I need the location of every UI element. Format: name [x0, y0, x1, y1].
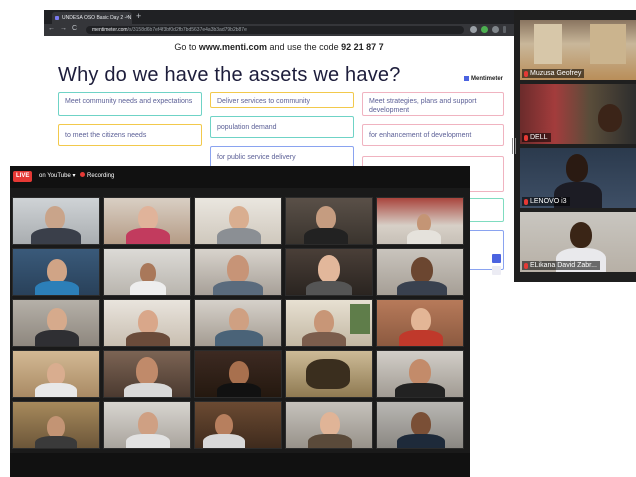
response-card: Meet community needs and expectations [58, 92, 202, 116]
join-instructions: Go to www.menti.com and use the code 92 … [44, 42, 514, 52]
zoom-gallery-window: LIVE on YouTube ▾ Recording [10, 166, 470, 477]
presenter-control-icon[interactable] [492, 254, 501, 263]
video-tile[interactable] [12, 401, 100, 449]
muted-mic-icon [524, 71, 528, 77]
extension-icon[interactable] [481, 26, 488, 33]
reload-icon[interactable]: C [72, 25, 77, 32]
live-badge[interactable]: LIVE [13, 171, 33, 182]
response-text: for enhancement of development [369, 132, 472, 139]
back-icon[interactable]: ← [48, 25, 55, 32]
tab-title: UNDESA OSO Basic Day 2 - N [62, 15, 132, 21]
video-tile[interactable] [285, 248, 373, 296]
split-handle[interactable] [512, 138, 516, 154]
participant-name: Muzusa Geofrey [522, 69, 585, 78]
video-tile[interactable] [103, 401, 191, 449]
participant-name: ELikana David Zabr... [522, 261, 600, 270]
browser-tab[interactable]: UNDESA OSO Basic Day 2 - N × [52, 12, 132, 24]
video-tile[interactable] [194, 350, 282, 398]
response-card: Meet strategies, plans and support devel… [362, 92, 504, 116]
join-code: 92 21 87 7 [341, 42, 384, 52]
video-tile[interactable]: DELL [520, 84, 636, 144]
video-tile[interactable] [285, 401, 373, 449]
profile-icon[interactable] [492, 26, 499, 33]
record-icon [80, 172, 85, 177]
url-path: /s/3158d6b7ef4f3bf0d2fb7bd5637e4a3b3ad79… [127, 27, 247, 33]
screenshot-stage: UNDESA OSO Basic Day 2 - N × + ← → C men… [0, 0, 636, 477]
response-card: for public service delivery [210, 146, 354, 168]
video-tile[interactable]: ELikana David Zabr... [520, 212, 636, 272]
muted-mic-icon [524, 135, 528, 141]
response-text: Deliver services to community [217, 98, 310, 105]
muted-mic-icon [524, 263, 528, 269]
video-tile[interactable] [103, 350, 191, 398]
video-tile[interactable] [194, 197, 282, 245]
join-site: www.menti.com [198, 42, 268, 52]
response-text: Meet community needs and expectations [65, 98, 193, 105]
video-tile[interactable] [12, 299, 100, 347]
mentimeter-logo-icon [464, 76, 469, 81]
video-tile[interactable] [285, 350, 373, 398]
tab-strip: UNDESA OSO Basic Day 2 - N × + [44, 10, 514, 24]
video-tile[interactable] [376, 197, 464, 245]
video-tile[interactable] [12, 197, 100, 245]
muted-mic-icon [524, 199, 528, 205]
join-mid: and use the code [267, 42, 342, 52]
recording-label: Recording [87, 173, 115, 179]
video-tile[interactable] [285, 299, 373, 347]
new-tab-icon[interactable]: + [136, 11, 141, 21]
stream-target: on YouTube [39, 173, 71, 179]
video-tile[interactable] [194, 299, 282, 347]
participant-name: LENOVO i3 [522, 197, 570, 206]
menu-icon[interactable] [503, 26, 506, 33]
mentimeter-logo-text: Mentimeter [471, 76, 504, 82]
live-stream-dropdown[interactable]: on YouTube ▾ [36, 171, 79, 182]
favicon-icon [55, 16, 59, 20]
url-host: mentimeter.com [92, 27, 128, 33]
participant-video [598, 104, 622, 132]
url-input[interactable]: mentimeter.com/s/3158d6b7ef4f3bf0d2fb7bd… [86, 26, 464, 34]
video-tile[interactable]: LENOVO i3 [520, 148, 636, 208]
mentimeter-logo: Mentimeter [464, 76, 503, 82]
participant-grid [12, 197, 468, 453]
question-title: Why do we have the assets we have? [58, 64, 401, 86]
forward-icon[interactable]: → [60, 25, 67, 32]
zoom-top-bar: LIVE on YouTube ▾ Recording [10, 166, 470, 188]
response-text: population demand [217, 124, 277, 131]
video-tile[interactable] [376, 350, 464, 398]
response-card: to meet the citizens needs [58, 124, 202, 146]
response-card: population demand [210, 116, 354, 138]
video-tile[interactable] [103, 299, 191, 347]
video-tile[interactable] [103, 197, 191, 245]
participant-name: DELL [522, 133, 551, 142]
video-tile[interactable] [285, 197, 373, 245]
zoom-bottom-bar [10, 453, 470, 477]
response-card: for enhancement of development [362, 124, 504, 146]
response-card: Deliver services to community [210, 92, 354, 108]
video-tile[interactable]: Muzusa Geofrey [520, 20, 636, 80]
join-prefix: Go to [174, 42, 199, 52]
recording-indicator: Recording [80, 171, 114, 182]
video-tile[interactable] [103, 248, 191, 296]
response-text: to meet the citizens needs [65, 132, 147, 139]
video-tile[interactable] [12, 350, 100, 398]
video-tile[interactable] [376, 248, 464, 296]
video-tile[interactable] [376, 401, 464, 449]
tab-close-icon[interactable]: × [125, 12, 129, 24]
address-bar: ← → C mentimeter.com/s/3158d6b7ef4f3bf0d… [44, 24, 514, 36]
chevron-down-icon: ▾ [72, 173, 76, 179]
video-tile[interactable] [194, 401, 282, 449]
video-tile[interactable] [12, 248, 100, 296]
audience-icon[interactable] [492, 266, 501, 275]
video-tile[interactable] [194, 248, 282, 296]
response-text: for public service delivery [217, 154, 296, 161]
star-icon[interactable] [470, 26, 477, 33]
response-text: Meet strategies, plans and support devel… [369, 98, 477, 114]
video-tile[interactable] [376, 299, 464, 347]
